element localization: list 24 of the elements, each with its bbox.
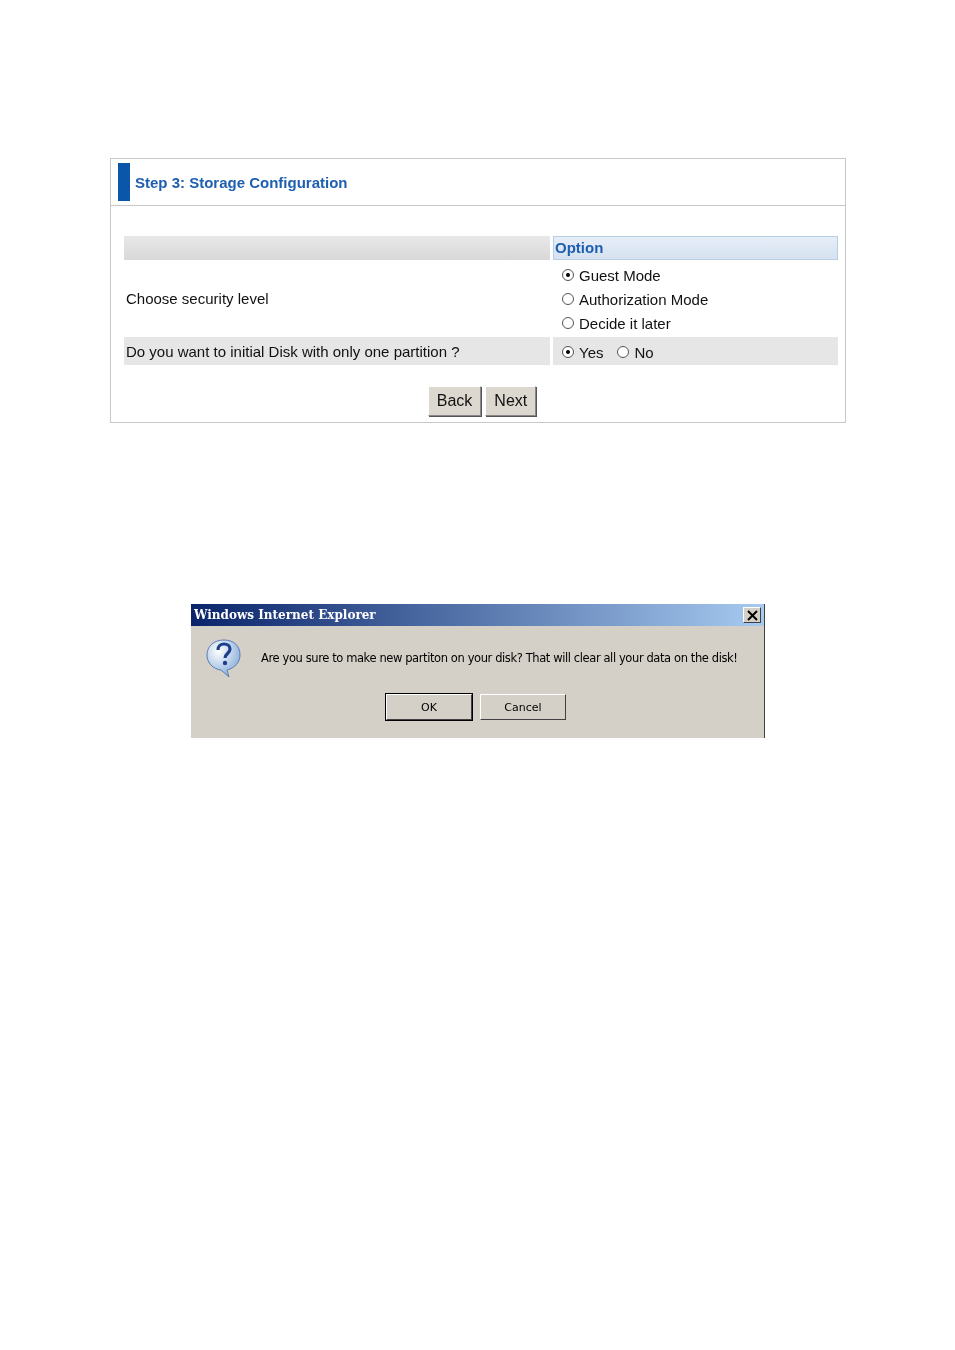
radio-button[interactable]: [617, 346, 630, 358]
radio-button[interactable]: [562, 346, 574, 358]
question-icon: [205, 638, 243, 678]
option-label[interactable]: Decide it later: [579, 314, 671, 332]
option-label[interactable]: Authorization Mode: [579, 290, 709, 308]
dialog-message: Are you sure to make new partiton on your disk? That will clear all your data on the disk!: [261, 651, 738, 665]
table-cell-text: Choose security level: [125, 289, 270, 309]
close-button[interactable]: [743, 607, 761, 623]
radio-button[interactable]: [562, 293, 574, 305]
dialog-button[interactable]: OK: [386, 694, 472, 720]
column-header: Option: [553, 236, 838, 260]
radio-button[interactable]: [562, 317, 574, 329]
option-label[interactable]: Yes: [579, 343, 604, 361]
option-label[interactable]: Guest Mode: [579, 266, 661, 284]
dialog-button[interactable]: Cancel: [480, 694, 566, 720]
nav-button[interactable]: Next: [485, 386, 537, 416]
option-label[interactable]: No: [634, 343, 654, 361]
radio-button[interactable]: [562, 269, 574, 281]
nav-button[interactable]: Back: [427, 386, 482, 416]
window-title: Windows Internet Explorer: [194, 608, 376, 622]
accent-bar: [118, 163, 130, 201]
close-icon: [746, 609, 758, 621]
panel-title: Step 3: Storage Configuration: [135, 173, 348, 191]
table-cell: Do you want to initial Disk with only one partition ?: [124, 337, 550, 365]
